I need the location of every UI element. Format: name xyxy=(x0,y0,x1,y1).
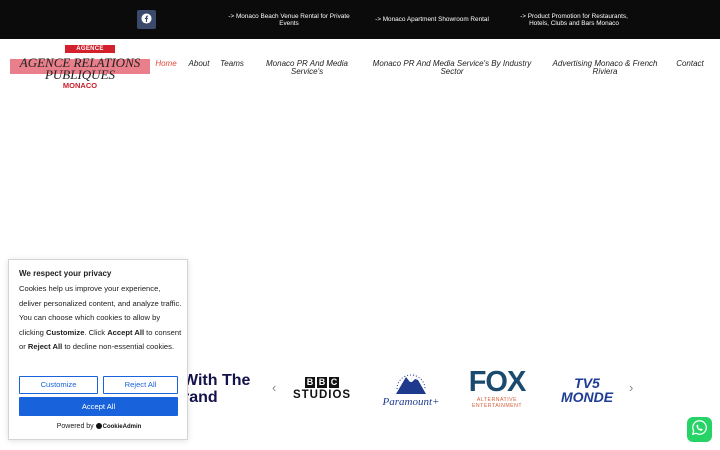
facebook-icon xyxy=(141,11,152,29)
tv5-label: TV5 xyxy=(574,375,600,391)
bbc-letter-c: C xyxy=(329,377,339,388)
top-bar: -> Monaco Beach Venue Rental for Private… xyxy=(0,0,720,39)
tv5-monde-logo: TV5 MONDE xyxy=(548,376,626,404)
bbc-studios-label: STUDIOS xyxy=(292,389,352,401)
topbar-link-beach-venue[interactable]: -> Monaco Beach Venue Rental for Private… xyxy=(222,13,356,27)
bbc-letter-b2: B xyxy=(317,377,327,388)
cookie-title: We respect your privacy xyxy=(19,269,112,278)
logo-line-2: PUBLIQUES xyxy=(44,67,116,82)
facebook-button[interactable] xyxy=(137,10,156,29)
logo-agence-tag: AGENCE xyxy=(65,45,115,53)
cookie-text-customize: Customize xyxy=(46,327,85,337)
monde-label: MONDE xyxy=(560,389,614,405)
fox-sub-line-2: ENTERTAINMENT xyxy=(471,403,523,409)
nav-teams[interactable]: Teams xyxy=(218,60,246,68)
nav-advertising[interactable]: Advertising Monaco & French Riviera xyxy=(546,60,664,76)
nav-pr-media-services[interactable]: Monaco PR And Media Service's xyxy=(258,60,356,76)
fox-alternative-logo: FOX ALTERNATIVE ENTERTAINMENT xyxy=(465,367,529,413)
powered-by: Powered by CookieAdmin xyxy=(9,422,189,432)
carousel-next-arrow[interactable]: › xyxy=(629,381,633,395)
paramount-plus-logo: Paramount+ xyxy=(376,367,446,413)
nav-pr-by-industry[interactable]: Monaco PR And Media Service's By Industr… xyxy=(366,60,538,76)
nav-home[interactable]: Home xyxy=(153,60,179,68)
whatsapp-icon xyxy=(691,419,708,441)
paramount-mountain-icon xyxy=(396,373,426,394)
fox-label: FOX xyxy=(468,366,527,398)
page: -> Monaco Beach Venue Rental for Private… xyxy=(0,0,720,450)
accept-all-button[interactable]: Accept All xyxy=(19,397,178,416)
site-logo[interactable]: AGENCE AGENCE RELATIONS PUBLIQUES MONACO xyxy=(10,44,150,92)
bbc-studios-logo: B B C STUDIOS xyxy=(290,377,354,403)
cookie-consent-panel: We respect your privacy Cookies help us … xyxy=(8,259,188,440)
cookie-text-2: . Click xyxy=(84,327,108,337)
cookie-text-reject: Reject All xyxy=(27,342,63,351)
bbc-letter-b1: B xyxy=(305,377,315,388)
powered-by-label: Powered by xyxy=(56,423,94,430)
cookieadmin-brand[interactable]: CookieAdmin xyxy=(103,424,142,430)
topbar-link-product-promotion[interactable]: -> Product Promotion for Restaurants, Ho… xyxy=(512,13,636,27)
cookie-text-accept: Accept All xyxy=(107,327,145,337)
reject-all-button[interactable]: Reject All xyxy=(103,376,178,394)
cookie-description: Cookies help us improve your experience,… xyxy=(19,282,183,355)
cookieadmin-icon xyxy=(95,423,102,429)
topbar-link-apartment-showroom[interactable]: -> Monaco Apartment Showroom Rental xyxy=(368,16,496,23)
whatsapp-button[interactable] xyxy=(687,417,712,442)
nav-about[interactable]: About xyxy=(186,60,212,68)
customize-button[interactable]: Customize xyxy=(19,376,98,394)
carousel-prev-arrow[interactable]: ‹ xyxy=(272,381,276,395)
partners-heading-line-1: With The xyxy=(183,372,251,389)
paramount-label: Paramount+ xyxy=(382,396,440,408)
partners-heading-line-2: rand xyxy=(183,389,218,406)
partners-heading: With The rand xyxy=(183,372,273,406)
nav-contact[interactable]: Contact xyxy=(672,60,708,68)
logo-monaco: MONACO xyxy=(62,81,98,90)
cookie-text-4: to decline non-essential cookies. xyxy=(62,342,175,351)
